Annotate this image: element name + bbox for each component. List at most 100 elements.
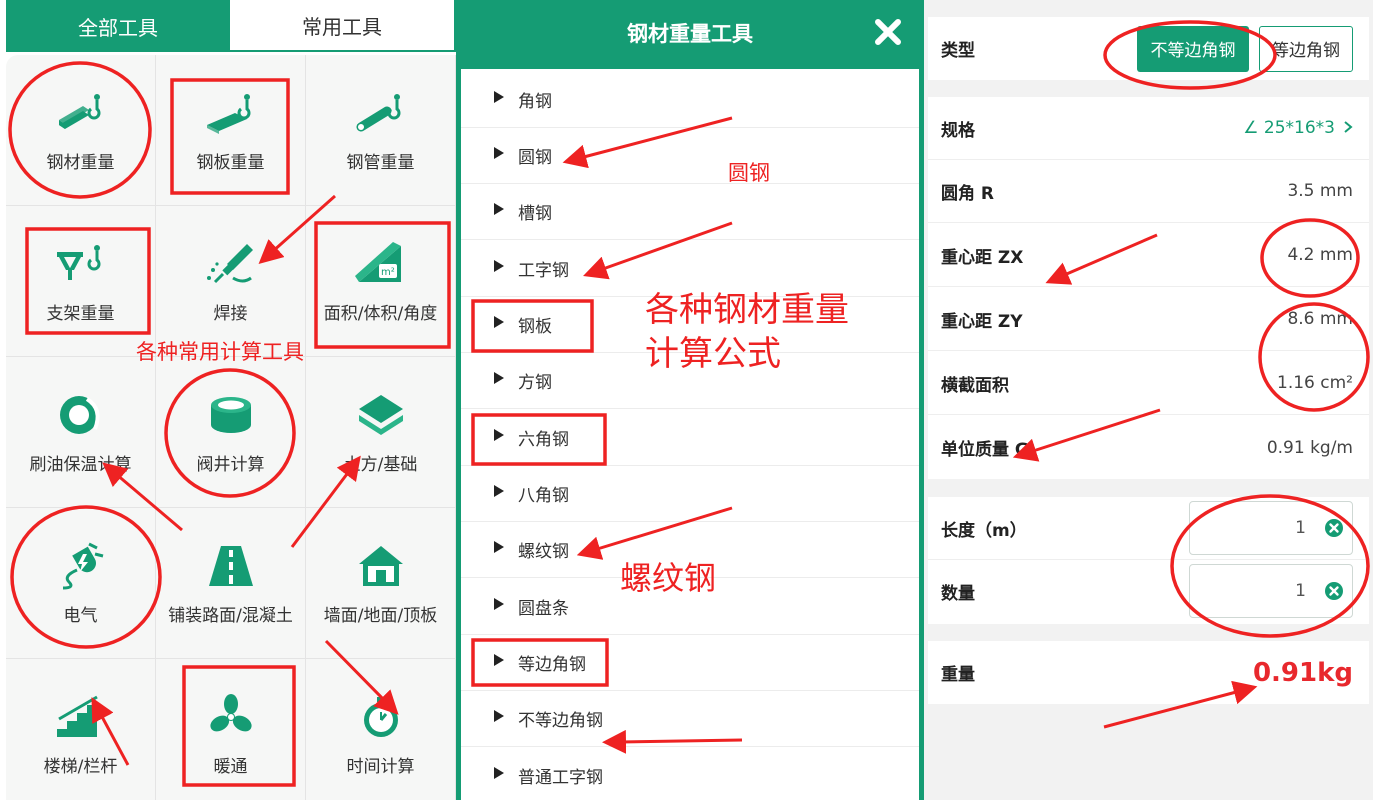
list-item[interactable]: 八角钢 [461,466,919,522]
road-paving-icon [201,541,261,591]
prop-label: 横截面积 [941,375,1009,396]
steel-weight-panel: 钢材重量工具 角钢 圆钢 槽钢 工字钢 钢板 方钢 六角钢 八角钢 螺纹钢 圆盘… [456,0,924,800]
stairs-icon [51,692,111,742]
tool-electric[interactable]: 电气 [6,508,156,659]
list-item[interactable]: 槽钢 [461,184,919,240]
tool-label: 楼梯/栏杆 [43,756,118,777]
chevron-right-icon [1343,119,1353,138]
list-item[interactable]: 六角钢 [461,410,919,466]
tool-valve-well[interactable]: 阀井计算 [156,357,306,508]
triangle-right-icon [494,428,504,441]
prop-value: 3.5 mm [1287,181,1353,201]
list-item-label: 六角钢 [518,430,569,450]
triangle-right-icon [494,597,504,610]
list-item-label: 方钢 [518,373,552,393]
triangle-right-icon [494,146,504,159]
type-row: 类型 不等边角钢 等边角钢 [928,17,1369,80]
house-icon [351,541,411,591]
prop-row-fillet: 圆角 R 3.5 mm [928,160,1369,223]
result-label: 重量 [941,665,975,685]
length-input[interactable] [1206,518,1306,538]
tool-label: 支架重量 [46,303,115,324]
length-field[interactable] [1189,501,1353,555]
quantity-input[interactable] [1206,581,1306,601]
list-item[interactable]: 普通工字钢 [461,748,919,800]
type-unequal-angle-button[interactable]: 不等边角钢 [1137,25,1249,72]
spec-section: 规格 ∠ 25*16*3 圆角 R 3.5 mm 重心距 ZX 4.2 mm 重… [928,97,1369,479]
electric-plug-icon [51,541,111,591]
list-item[interactable]: 角钢 [461,72,919,128]
prop-row-unit-mass: 单位质量 G 0.91 kg/m [928,416,1369,479]
annotation-text: 螺纹钢 [620,559,717,597]
tool-area-volume-angle[interactable]: m² 面积/体积/角度 [306,206,456,357]
prop-value: 4.2 mm [1287,245,1353,265]
triangle-right-icon [494,766,504,779]
tool-label: 焊接 [213,303,248,324]
triangle-right-icon [494,709,504,722]
type-section: 类型 不等边角钢 等边角钢 [928,17,1369,80]
list-item-label: 普通工字钢 [518,768,603,788]
steel-bar-hook-icon [51,88,111,138]
tool-plate-weight[interactable]: 钢板重量 [156,55,306,206]
list-item[interactable]: 不等边角钢 [461,691,919,747]
quantity-field[interactable] [1189,564,1353,618]
tool-label: 电气 [63,605,98,626]
tab-all-tools[interactable]: 全部工具 [6,0,230,52]
tool-bracket-weight[interactable]: 支架重量 [6,206,156,357]
tool-hvac[interactable]: 暖通 [156,659,306,800]
tool-label: 暖通 [213,756,248,777]
close-icon[interactable] [872,16,904,48]
quantity-label: 数量 [941,584,975,604]
prop-row-zx: 重心距 ZX 4.2 mm [928,224,1369,287]
list-item-label: 工字钢 [518,261,569,281]
clear-icon[interactable] [1324,518,1344,538]
tool-earthwork[interactable]: 土方/基础 [306,357,456,508]
triangle-right-icon [494,202,504,215]
earthwork-layers-icon [351,390,411,440]
tool-label: 阀井计算 [196,454,265,475]
tool-label: 铺装路面/混凝土 [168,605,293,626]
fan-icon [201,692,261,742]
annotation-text: 各种钢材重量 [645,290,849,330]
tool-road-concrete[interactable]: 铺装路面/混凝土 [156,508,306,659]
clear-icon[interactable] [1324,581,1344,601]
type-toggle: 不等边角钢 等边角钢 [1137,25,1353,72]
tool-stairs-railing[interactable]: 楼梯/栏杆 [6,659,156,800]
list-item-label: 螺纹钢 [518,542,569,562]
result-value: 0.91kg [1252,657,1353,688]
tool-pipe-weight[interactable]: 钢管重量 [306,55,456,206]
svg-text:m²: m² [381,267,395,278]
result-row: 重量 0.91kg [928,641,1369,704]
steel-plate-hook-icon [201,88,261,138]
ruler-area-icon: m² [351,239,411,289]
list-item-label: 角钢 [518,92,552,112]
tool-time-calc[interactable]: 时间计算 [306,659,456,800]
annotation-text: 计算公式 [645,334,781,374]
tool-tabs: 全部工具 常用工具 [6,0,456,52]
list-item-label: 圆盘条 [518,599,569,619]
tool-label: 土方/基础 [343,454,418,475]
list-item[interactable]: 圆钢 [461,128,919,184]
prop-value: 8.6 mm [1287,309,1353,329]
triangle-right-icon [494,540,504,553]
tool-welding[interactable]: 焊接 [156,206,306,357]
length-label: 长度（m） [941,520,1027,541]
welding-torch-icon [201,239,261,289]
list-item-label: 圆钢 [518,148,552,168]
tool-steel-weight[interactable]: 钢材重量 [6,55,156,206]
tool-label: 刷油保温计算 [29,454,132,475]
tool-paint-insulation[interactable]: 刷油保温计算 [6,357,156,508]
tool-wall-floor-ceiling[interactable]: 墙面/地面/顶板 [306,508,456,659]
prop-value: 0.91 kg/m [1266,437,1353,458]
spec-label: 规格 [941,120,975,141]
tool-label: 钢材重量 [46,152,115,173]
triangle-right-icon [494,90,504,103]
list-item[interactable]: 等边角钢 [461,635,919,691]
triangle-right-icon [494,653,504,666]
prop-label: 重心距 ZY [941,311,1023,332]
steel-pipe-hook-icon [351,88,411,138]
type-equal-angle-button[interactable]: 等边角钢 [1259,25,1353,72]
type-label: 类型 [941,41,975,61]
spec-row[interactable]: 规格 ∠ 25*16*3 [928,97,1369,160]
tab-common-tools[interactable]: 常用工具 [230,0,456,52]
